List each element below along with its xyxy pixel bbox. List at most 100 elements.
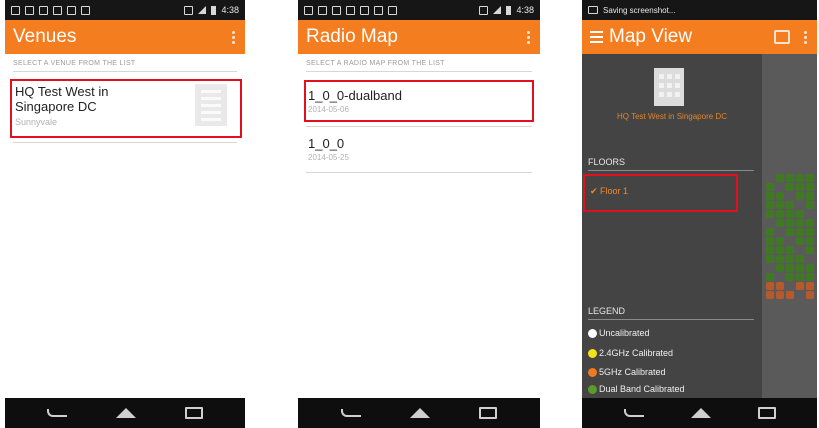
back-icon[interactable] (340, 409, 361, 417)
navigation-bar (582, 398, 817, 428)
divider (306, 126, 532, 127)
map-grid-cell (776, 237, 784, 245)
clock: 4:38 (221, 5, 239, 15)
overflow-menu-icon[interactable] (525, 30, 532, 44)
map-grid-cell (796, 255, 804, 263)
overflow-menu-icon[interactable] (230, 30, 237, 44)
map-grid-cell (786, 228, 794, 236)
notification-icon (304, 5, 313, 15)
image-icon (39, 5, 48, 15)
map-grid-cell (766, 210, 774, 218)
map-grid-cell (806, 174, 814, 182)
layers-icon[interactable] (774, 30, 790, 44)
map-grid-cell (806, 291, 814, 299)
map-grid-cell (786, 273, 794, 281)
radio-map-date: 2014-05-25 (308, 153, 349, 162)
overflow-menu-icon[interactable] (802, 30, 809, 44)
map-grid-cell (776, 291, 784, 299)
navigation-bar (5, 398, 245, 428)
map-grid-cell (786, 291, 794, 299)
map-view-screen: Saving screenshot... Map View HQ Test We… (582, 0, 817, 428)
map-grid-cell (776, 192, 784, 200)
page-title: Radio Map (306, 26, 398, 47)
map-grid-cell (806, 246, 814, 254)
map-grid-cell (796, 228, 804, 236)
selection-highlight (304, 80, 534, 122)
map-grid-cell (806, 282, 814, 290)
map-grid-cell (766, 273, 774, 281)
page-title: Venues (13, 26, 77, 47)
page-title: Map View (609, 26, 693, 47)
map-grid-cell (796, 282, 804, 290)
legend-item: Dual Band Calibrated (588, 384, 685, 394)
mail-icon (374, 5, 383, 15)
map-grid-cell (776, 282, 784, 290)
navigation-bar (298, 398, 540, 428)
android-icon (388, 5, 397, 15)
calibrated-24ghz-icon (588, 348, 597, 358)
map-grid-cell (806, 201, 814, 209)
map-grid-cell (796, 183, 804, 191)
screenshot-icon (588, 6, 598, 14)
recent-apps-icon[interactable] (757, 407, 776, 419)
section-header: SELECT A RADIO MAP FROM THE LIST (306, 60, 532, 72)
map-grid-cell (786, 210, 794, 218)
image-icon (332, 5, 341, 15)
recent-apps-icon[interactable] (479, 407, 498, 419)
map-grid-cell (806, 264, 814, 272)
legend-item: 2.4GHz Calibrated (588, 348, 673, 358)
back-icon[interactable] (47, 409, 68, 417)
recent-apps-icon[interactable] (184, 407, 203, 419)
status-bar: 4:38 (298, 0, 540, 20)
alert-icon (53, 5, 62, 15)
image-icon (346, 5, 355, 15)
navigation-drawer: HQ Test West in Singapore DC FLOORS ✔ Fl… (582, 54, 762, 398)
home-icon[interactable] (690, 408, 711, 418)
radio-map-screen: 4:38 Radio Map SELECT A RADIO MAP FROM T… (298, 0, 540, 428)
map-grid-cell (786, 174, 794, 182)
floors-header: FLOORS (588, 157, 754, 171)
map-grid-cell (796, 237, 804, 245)
venues-screen: 4:38 Venues SELECT A VENUE FROM THE LIST… (5, 0, 245, 428)
section-header: SELECT A VENUE FROM THE LIST (13, 60, 237, 72)
uncalibrated-icon (588, 328, 597, 338)
map-grid-cell (806, 273, 814, 281)
map-grid-cell (776, 219, 784, 227)
map-grid-cell (766, 282, 774, 290)
action-bar: Radio Map (298, 20, 540, 54)
floor-map[interactable] (762, 54, 817, 398)
divider (306, 172, 532, 173)
map-grid-cell (806, 219, 814, 227)
divider (13, 142, 237, 143)
battery-icon (506, 5, 512, 15)
drawer-menu-icon[interactable] (590, 31, 603, 43)
calibrated-5ghz-icon (588, 367, 597, 377)
wifi-icon (493, 6, 502, 14)
bluetooth-icon (184, 5, 194, 15)
legend-item: 5GHz Calibrated (588, 367, 666, 377)
status-bar: 4:38 (5, 0, 245, 20)
home-icon[interactable] (409, 408, 430, 418)
legend-header: LEGEND (588, 306, 754, 320)
selection-highlight (10, 79, 242, 138)
alert-icon (360, 5, 369, 15)
radio-map-item[interactable]: 1_0_0 2014-05-25 (298, 136, 540, 162)
map-grid-cell (786, 201, 794, 209)
map-grid-cell (786, 183, 794, 191)
notification-icon (25, 5, 34, 15)
map-grid-cell (766, 228, 774, 236)
map-grid-cell (776, 255, 784, 263)
home-icon[interactable] (115, 408, 136, 418)
notification-icon (11, 5, 20, 15)
venue-name: HQ Test West in Singapore DC (617, 112, 727, 121)
map-grid-cell (766, 201, 774, 209)
map-grid-cell (806, 228, 814, 236)
building-icon (654, 68, 684, 106)
selection-highlight (583, 174, 738, 212)
map-grid-cell (796, 210, 804, 218)
map-grid-cell (786, 264, 794, 272)
map-grid-cell (766, 183, 774, 191)
back-icon[interactable] (623, 409, 644, 417)
status-bar: Saving screenshot... (582, 0, 817, 20)
map-grid-cell (776, 246, 784, 254)
